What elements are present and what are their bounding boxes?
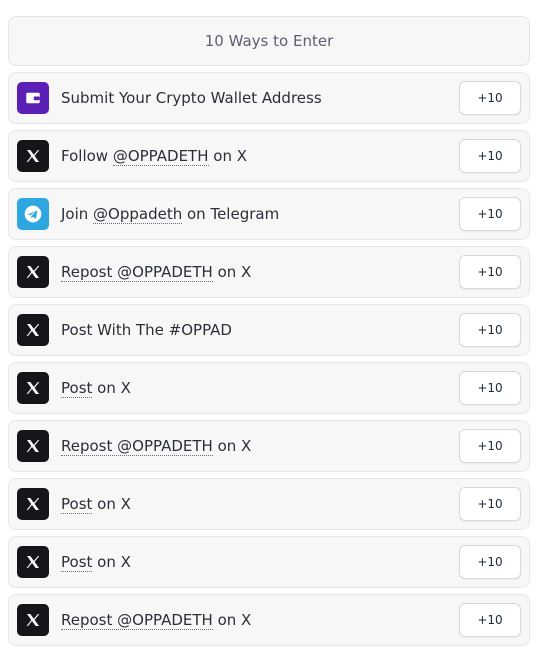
entry-label: Follow @OPPADETH on X [61, 147, 247, 166]
entry-row[interactable]: Post on X +10 [8, 478, 530, 530]
x-logo-icon [17, 488, 49, 520]
entry-row[interactable]: Post on X +10 [8, 362, 530, 414]
entry-row[interactable]: Submit Your Crypto Wallet Address +10 [8, 72, 530, 124]
ways-to-enter-header: 10 Ways to Enter [8, 16, 530, 66]
entry-label: Submit Your Crypto Wallet Address [61, 89, 322, 107]
entry-row[interactable]: Post on X +10 [8, 536, 530, 588]
entry-row[interactable]: Follow @OPPADETH on X +10 [8, 130, 530, 182]
points-button[interactable]: +10 [459, 603, 521, 637]
x-logo-icon [17, 604, 49, 636]
entry-text: on X [212, 611, 252, 629]
entry-label: Repost @OPPADETH on X [61, 611, 252, 630]
points-button[interactable]: +10 [459, 371, 521, 405]
entry-list: Submit Your Crypto Wallet Address +10 Foll… [8, 72, 530, 652]
entry-text: Join [61, 205, 94, 223]
entry-text: Post With The #OPPAD [61, 321, 232, 339]
points-button[interactable]: +10 [459, 313, 521, 347]
entry-row[interactable]: Repost @OPPADETH on X +10 [8, 420, 530, 472]
entry-label: Join @Oppadeth on Telegram [61, 205, 280, 224]
x-logo-icon [17, 140, 49, 172]
points-button[interactable]: +10 [459, 197, 521, 231]
x-logo-icon [17, 546, 49, 578]
points-button[interactable]: +10 [459, 429, 521, 463]
points-button[interactable]: +10 [459, 545, 521, 579]
entry-row[interactable]: Join @Oppadeth on Telegram +10 [8, 188, 530, 240]
entry-text: on X [92, 553, 131, 571]
x-logo-icon [17, 430, 49, 462]
entry-label: Repost @OPPADETH on X [61, 263, 252, 282]
entry-label: Post on X [61, 379, 131, 398]
wallet-icon [17, 82, 49, 114]
entry-text: on X [212, 263, 252, 281]
entry-link[interactable]: Repost @OPPADETH [61, 263, 213, 282]
entry-row[interactable]: Post With The #OPPAD +10 [8, 304, 530, 356]
points-button[interactable]: +10 [459, 487, 521, 521]
entry-link[interactable]: Post [61, 495, 93, 514]
ways-to-enter-title: 10 Ways to Enter [204, 32, 334, 50]
points-button[interactable]: +10 [459, 81, 521, 115]
x-logo-icon [17, 256, 49, 288]
entry-text: Follow [61, 147, 113, 165]
entry-text: on X [92, 379, 131, 397]
points-button[interactable]: +10 [459, 139, 521, 173]
entry-methods-panel: 10 Ways to Enter Submit Your Crypto Wall… [0, 0, 540, 652]
entry-text: on X [212, 437, 252, 455]
telegram-icon [17, 198, 49, 230]
entry-link[interactable]: Repost @OPPADETH [61, 611, 213, 630]
entry-label: Post on X [61, 553, 131, 572]
points-button[interactable]: +10 [459, 255, 521, 289]
entry-text: Submit Your Crypto Wallet Address [61, 89, 322, 107]
entry-text: on X [92, 495, 131, 513]
entry-row[interactable]: Repost @OPPADETH on X +10 [8, 594, 530, 646]
entry-label: Post With The #OPPAD [61, 321, 232, 339]
x-logo-icon [17, 372, 49, 404]
entry-link[interactable]: @Oppadeth [93, 205, 183, 224]
entry-link[interactable]: @OPPADETH [112, 147, 209, 166]
entry-label: Post on X [61, 495, 131, 514]
x-logo-icon [17, 314, 49, 346]
entry-link[interactable]: Post [61, 379, 93, 398]
entry-row[interactable]: Repost @OPPADETH on X +10 [8, 246, 530, 298]
entry-link[interactable]: Post [61, 553, 93, 572]
entry-link[interactable]: Repost @OPPADETH [61, 437, 213, 456]
entry-label: Repost @OPPADETH on X [61, 437, 252, 456]
entry-text: on Telegram [182, 205, 280, 223]
entry-text: on X [208, 147, 247, 165]
